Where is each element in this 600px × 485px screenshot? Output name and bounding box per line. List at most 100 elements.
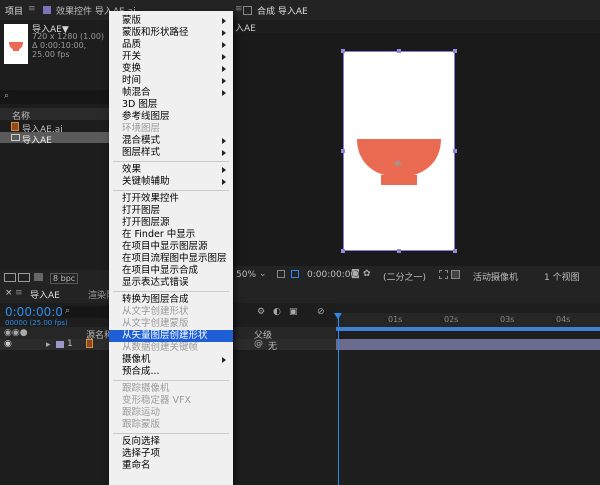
menu-item[interactable]: 混合模式 xyxy=(109,135,233,147)
menu-separator xyxy=(113,433,229,434)
visibility-eye-icon[interactable]: ◉ xyxy=(4,339,12,349)
submenu-arrow-icon xyxy=(222,90,226,96)
timeline-panel: 0:00:00:00 00000 (25.00 fps) ⌕ ◉◉● 源名称 父… xyxy=(0,303,600,485)
comp-timecode[interactable]: 0:00:00:00 xyxy=(307,270,356,280)
playhead-marker-icon[interactable] xyxy=(334,313,342,319)
bpc-button[interactable]: 8 bpc xyxy=(50,273,79,284)
search-icon: ⌕ xyxy=(4,91,10,101)
menu-item-label: 3D 图层 xyxy=(122,99,158,110)
menu-item: 从数据创建关键帧 xyxy=(109,342,233,354)
asset-duration: Δ 0:00:10:00, 25.00 fps xyxy=(32,41,87,59)
playhead[interactable] xyxy=(338,313,339,485)
interpret-footage-icon[interactable] xyxy=(4,273,16,282)
menu-item[interactable]: 蒙版 xyxy=(109,15,233,27)
menu-item[interactable]: 选择子项 xyxy=(109,448,233,460)
camera-dropdown[interactable]: 活动摄像机 xyxy=(473,270,518,283)
new-comp-icon[interactable] xyxy=(34,273,43,281)
menu-item[interactable]: 反向选择 xyxy=(109,436,233,448)
menu-item-label: 预合成... xyxy=(122,366,160,377)
resolution-dropdown[interactable]: (二分之一) xyxy=(383,270,426,283)
menu-item-label: 图层样式 xyxy=(122,147,161,158)
menu-item[interactable]: 摄像机 xyxy=(109,354,233,366)
menu-item[interactable]: 参考线图层 xyxy=(109,111,233,123)
chevron-down-icon[interactable]: ⌄ xyxy=(259,269,267,279)
roi-icon[interactable] xyxy=(439,270,448,279)
timeline-track-area[interactable]: 01s 02s 03s 04s xyxy=(334,303,600,485)
menu-item[interactable]: 打开图层 xyxy=(109,205,233,217)
menu-item-label: 在项目流程图中显示图层 xyxy=(122,253,227,264)
views-dropdown[interactable]: 1 个视图 xyxy=(544,270,580,283)
lock-icon[interactable] xyxy=(243,6,252,15)
menu-item[interactable]: 在项目中显示图层源 xyxy=(109,241,233,253)
panel-menu-icon[interactable]: ≡ xyxy=(28,4,36,14)
menu-item[interactable]: 开关 xyxy=(109,51,233,63)
av-features-icon[interactable]: ◉◉● xyxy=(4,328,28,338)
ai-file-icon xyxy=(11,122,19,131)
timeline-menu-icon[interactable]: ≡ xyxy=(15,288,23,298)
menu-item[interactable]: 打开图层源 xyxy=(109,217,233,229)
comp-panel-menu-icon[interactable]: ≡ xyxy=(235,4,243,14)
menu-item-label: 蒙版和形状路径 xyxy=(122,27,189,38)
frame-blending-icon[interactable]: ⚙ xyxy=(257,307,265,317)
time-ruler[interactable]: 01s 02s 03s 04s xyxy=(336,313,600,327)
new-folder-icon[interactable] xyxy=(18,273,30,282)
menu-item[interactable]: 品质 xyxy=(109,39,233,51)
zoom-dropdown[interactable]: 50% xyxy=(236,270,256,280)
layer-duration-bar[interactable] xyxy=(336,339,600,350)
submenu-arrow-icon xyxy=(222,42,226,48)
label-color-swatch[interactable] xyxy=(56,341,64,348)
menu-item[interactable]: 显示表达式错误 xyxy=(109,277,233,289)
menu-item-label: 跟踪摄像机 xyxy=(122,383,170,394)
menu-item[interactable]: 蒙版和形状路径 xyxy=(109,27,233,39)
snapshot-icon[interactable]: ◙ xyxy=(351,269,360,279)
close-icon[interactable]: × xyxy=(5,288,13,298)
paperclip-icon[interactable]: ⊘ xyxy=(317,307,325,317)
expand-arrow-icon[interactable]: ▸ xyxy=(46,340,51,350)
timeline-search-field[interactable]: ⌕ xyxy=(62,306,109,318)
parent-pickwhip-icon[interactable]: @ xyxy=(254,339,263,349)
menu-item: 跟踪摄像机 xyxy=(109,383,233,395)
menu-item[interactable]: 时间 xyxy=(109,75,233,87)
bowl-thumbnail-icon xyxy=(9,42,23,51)
composition-icon xyxy=(11,134,20,141)
submenu-arrow-icon xyxy=(222,179,226,185)
menu-item[interactable]: 图层样式 xyxy=(109,147,233,159)
region-icon[interactable] xyxy=(291,270,299,278)
menu-item-label: 打开效果控件 xyxy=(122,193,180,204)
menu-item-label: 参考线图层 xyxy=(122,111,170,122)
list-item-selected[interactable]: 导入AE xyxy=(0,132,109,146)
menu-item[interactable]: 关键帧辅助 xyxy=(109,176,233,188)
menu-item[interactable]: 预合成... xyxy=(109,366,233,378)
tab-project[interactable]: 项目 xyxy=(5,4,23,17)
tab-composition[interactable]: 合成 导入AE xyxy=(257,4,308,17)
menu-item[interactable]: 重命名 xyxy=(109,460,233,472)
tab-timeline[interactable]: 导入AE xyxy=(30,288,60,301)
composition-tabbar: ≡ 合成 导入AE xyxy=(233,0,600,20)
work-area-bar[interactable] xyxy=(336,327,600,331)
motion-blur-icon[interactable]: ◐ xyxy=(273,307,281,317)
menu-item[interactable]: 效果 xyxy=(109,164,233,176)
layer-index: 1 xyxy=(67,339,73,349)
asset-dimensions: 720 x 1280 (1.00) xyxy=(32,32,105,41)
menu-item[interactable]: 帧混合 xyxy=(109,87,233,99)
menu-item[interactable]: 从矢量图层创建形状 xyxy=(109,330,233,342)
menu-item[interactable]: 在项目流程图中显示图层 xyxy=(109,253,233,265)
menu-item-label: 反向选择 xyxy=(122,436,161,447)
menu-item[interactable]: 3D 图层 xyxy=(109,99,233,111)
parent-dropdown[interactable]: 无 xyxy=(268,339,277,352)
menu-item[interactable]: 打开效果控件 xyxy=(109,193,233,205)
menu-item[interactable]: 转换为图层合成 xyxy=(109,294,233,306)
safe-areas-icon[interactable] xyxy=(277,270,285,278)
project-search-field[interactable]: ⌕ xyxy=(0,90,109,104)
menu-item[interactable]: 在项目中显示合成 xyxy=(109,265,233,277)
transparency-grid-icon[interactable] xyxy=(451,270,460,279)
menu-item[interactable]: 在 Finder 中显示 xyxy=(109,229,233,241)
graph-editor-icon[interactable]: ▣ xyxy=(289,307,298,317)
menu-item-label: 效果 xyxy=(122,164,142,175)
menu-item[interactable]: 变换 xyxy=(109,63,233,75)
composition-viewer[interactable]: ◈ xyxy=(233,33,600,266)
list-item[interactable]: 导入AE.ai xyxy=(0,121,109,135)
timeline-timecode[interactable]: 0:00:00:00 xyxy=(5,305,71,319)
color-channel-icon[interactable]: ✿ xyxy=(363,269,371,279)
menu-item-label: 选择子项 xyxy=(122,448,161,459)
